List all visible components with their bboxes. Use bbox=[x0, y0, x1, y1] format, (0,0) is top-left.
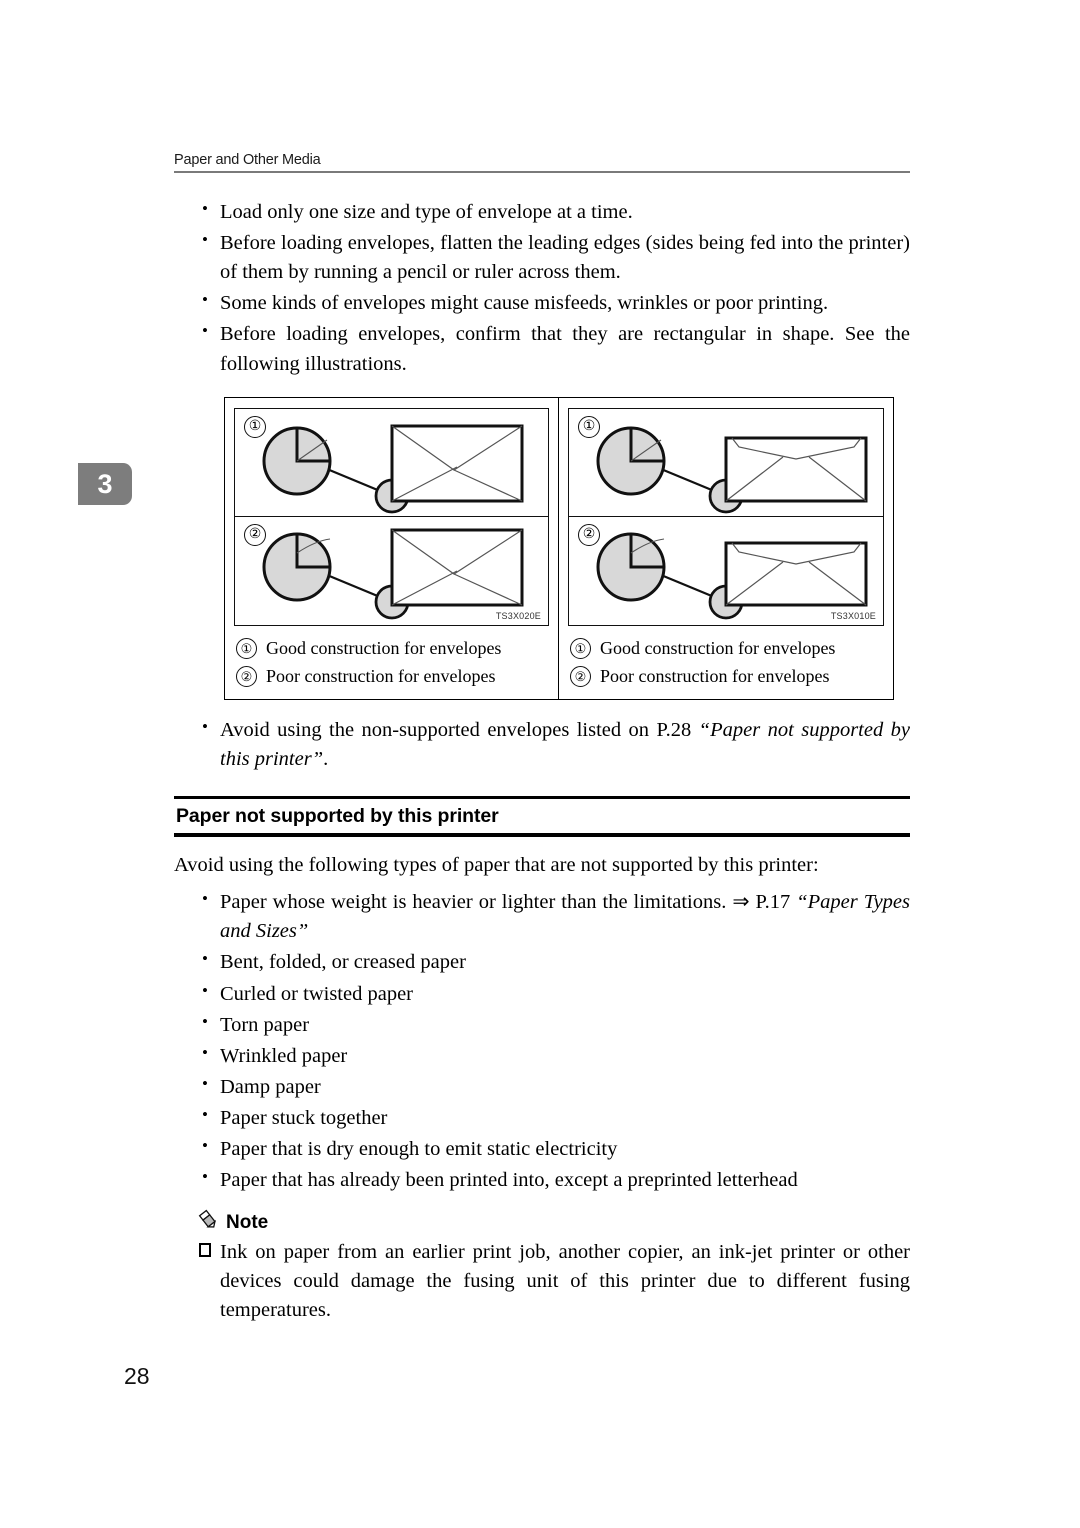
legend-number: ① bbox=[570, 637, 591, 659]
envelope-guidance-list: Load only one size and type of envelope … bbox=[174, 197, 910, 379]
note-label: Note bbox=[226, 1211, 269, 1233]
avoid-bullet-lead: Avoid using the non-supported envelopes … bbox=[220, 718, 699, 741]
list-item: Paper that is dry enough to emit static … bbox=[174, 1134, 910, 1164]
figure-box-left: ① ② TS3X020E bbox=[234, 407, 549, 626]
page-number: 28 bbox=[124, 1363, 150, 1389]
figure-panel-good-right: ① bbox=[569, 409, 883, 517]
legend-row: ② Poor construction for envelopes bbox=[570, 663, 884, 690]
chapter-tab: 3 bbox=[78, 463, 132, 505]
list-item: Paper whose weight is heavier or lighter… bbox=[174, 887, 910, 946]
legend-text: Good construction for envelopes bbox=[600, 637, 836, 658]
note-text: Ink on paper from an earlier print job, … bbox=[220, 1241, 910, 1322]
note-list: Ink on paper from an earlier print job, … bbox=[174, 1238, 910, 1325]
figure-legend-right: ① Good construction for envelopes ② Poor… bbox=[568, 635, 884, 690]
list-item: Paper that has already been printed into… bbox=[174, 1165, 910, 1195]
unsupported-paper-list: Paper whose weight is heavier or lighter… bbox=[174, 887, 910, 1195]
legend-number: ① bbox=[236, 637, 257, 659]
list-item: Curled or twisted paper bbox=[174, 978, 910, 1009]
list-item: Load only one size and type of envelope … bbox=[174, 197, 910, 227]
chapter-tab-number: 3 bbox=[97, 468, 113, 499]
pencil-icon bbox=[197, 1209, 219, 1236]
figure-legend-left: ① Good construction for envelopes ② Poor… bbox=[234, 635, 549, 690]
figure-panel-good-left: ① bbox=[235, 409, 548, 517]
section-rule-bottom bbox=[174, 833, 910, 838]
figure-column-right: ① ② TS3X010E ① Good construction for env… bbox=[559, 398, 893, 699]
list-item: Wrinkled paper bbox=[174, 1041, 910, 1071]
first-bullet-lead: Paper whose weight is heavier or lighter… bbox=[220, 891, 797, 914]
list-item: Avoid using the non-supported envelopes … bbox=[174, 715, 910, 774]
section-intro: Avoid using the following types of paper… bbox=[174, 854, 819, 877]
envelope-diagram-poor-long bbox=[596, 532, 868, 620]
figure-column-left: ① ② TS3X020E ① Good construction for env… bbox=[225, 397, 559, 699]
legend-number: ② bbox=[236, 665, 257, 687]
legend-row: ① Good construction for envelopes bbox=[236, 635, 549, 662]
list-item: Ink on paper from an earlier print job, … bbox=[174, 1238, 910, 1325]
figure-box-right: ① ② TS3X010E bbox=[568, 407, 884, 626]
list-item: Paper stuck together bbox=[174, 1103, 910, 1133]
list-item: Some kinds of envelopes might cause misf… bbox=[174, 288, 910, 318]
legend-row: ① Good construction for envelopes bbox=[570, 635, 884, 662]
list-item: Bent, folded, or creased paper bbox=[174, 947, 910, 977]
section-title: Paper not supported by this printer bbox=[176, 805, 499, 828]
legend-row: ② Poor construction for envelopes bbox=[236, 663, 549, 690]
figure-panel-poor-right: ② TS3X010E bbox=[569, 517, 883, 625]
figure-code-left: TS3X020E bbox=[495, 610, 541, 621]
figure-panel-poor-left: ② TS3X020E bbox=[235, 517, 548, 625]
header-rule bbox=[174, 171, 910, 173]
envelope-diagram-good-square bbox=[262, 424, 524, 514]
running-header: Paper and Other Media bbox=[174, 152, 910, 173]
list-item: Torn paper bbox=[174, 1010, 910, 1040]
figure-code-right: TS3X010E bbox=[830, 610, 876, 621]
list-item: Damp paper bbox=[174, 1072, 910, 1102]
header-title: Paper and Other Media bbox=[174, 152, 321, 168]
envelope-illustration-figure: ① ② TS3X020E ① Good construction for env… bbox=[224, 396, 894, 700]
note-heading: Note bbox=[174, 1209, 910, 1236]
legend-text: Poor construction for envelopes bbox=[600, 665, 830, 686]
square-bullet-icon bbox=[199, 1243, 211, 1258]
envelope-diagram-good-long bbox=[596, 426, 868, 514]
legend-text: Poor construction for envelopes bbox=[266, 665, 496, 686]
section-heading-block: Paper not supported by this printer bbox=[174, 795, 910, 838]
legend-number: ② bbox=[570, 665, 591, 687]
avoid-bullet-trail: . bbox=[323, 747, 329, 770]
page-content: Load only one size and type of envelope … bbox=[174, 197, 910, 1326]
list-item: Before loading envelopes, confirm that t… bbox=[174, 319, 910, 378]
legend-text: Good construction for envelopes bbox=[266, 637, 502, 658]
list-item: Before loading envelopes, flatten the le… bbox=[174, 228, 910, 287]
avoid-envelopes-list: Avoid using the non-supported envelopes … bbox=[174, 715, 910, 774]
envelope-diagram-poor-square bbox=[262, 528, 524, 620]
